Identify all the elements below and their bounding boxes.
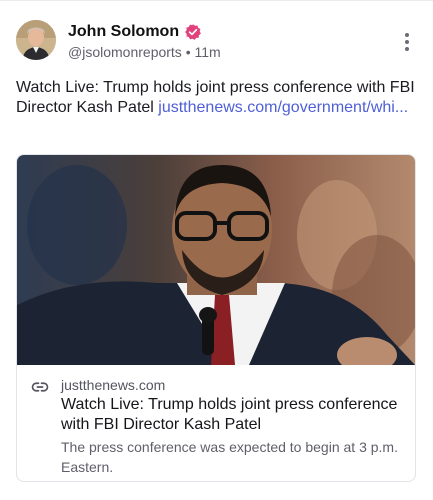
feed-post: John Solomon @jsolomonreports • 11m Watc… xyxy=(0,0,433,500)
author-row: John Solomon xyxy=(68,22,202,42)
post-meta: @jsolomonreports • 11m xyxy=(68,44,221,60)
card-title: Watch Live: Trump holds joint press conf… xyxy=(61,396,398,433)
post-time: 11m xyxy=(194,44,221,60)
verified-badge-icon xyxy=(185,24,201,40)
post-body: Watch Live: Trump holds joint press conf… xyxy=(16,78,418,118)
card-image xyxy=(17,155,415,365)
post-link[interactable]: justthenews.com/government/whi... xyxy=(158,99,408,116)
card-domain: justthenews.com xyxy=(61,377,166,393)
avatar[interactable] xyxy=(16,20,56,60)
author-name[interactable]: John Solomon xyxy=(68,23,179,41)
post-header: John Solomon @jsolomonreports • 11m xyxy=(16,20,417,64)
avatar-image xyxy=(16,20,56,60)
more-vertical-icon xyxy=(405,33,409,51)
card-description: The press conference was expected to beg… xyxy=(61,439,398,475)
link-icon xyxy=(31,382,49,392)
author-handle[interactable]: @jsolomonreports xyxy=(68,44,182,60)
card-body: justthenews.com Watch Live: Trump holds … xyxy=(17,365,415,481)
divider xyxy=(0,0,433,1)
link-preview-card[interactable]: justthenews.com Watch Live: Trump holds … xyxy=(16,154,416,482)
meta-separator: • xyxy=(185,44,191,60)
more-options-button[interactable] xyxy=(397,30,417,54)
